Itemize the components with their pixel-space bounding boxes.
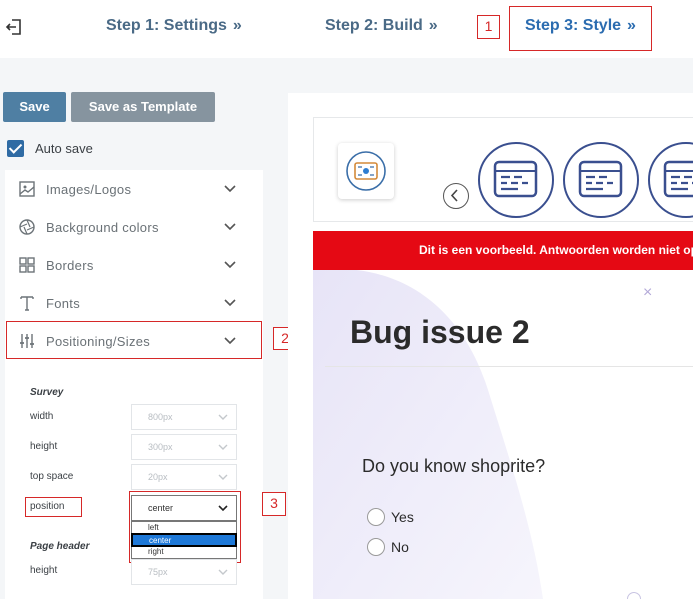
page-header-height-select[interactable]: 75px: [131, 559, 237, 585]
grid-icon: [19, 257, 35, 273]
menu-label: Fonts: [46, 295, 81, 311]
step-1-label: Step 1: Settings: [106, 17, 227, 34]
double-chevron-right-icon: »: [428, 17, 438, 34]
callout-1: 1: [477, 15, 500, 39]
close-icon[interactable]: ×: [643, 284, 652, 302]
answer-label: Yes: [391, 509, 414, 525]
tab-step-2-build[interactable]: Step 2: Build »: [325, 17, 438, 35]
height-value: 300px: [148, 442, 173, 452]
chevron-down-icon[interactable]: [223, 182, 237, 196]
width-value: 800px: [148, 412, 173, 422]
id-card-icon: [346, 151, 386, 191]
height-select[interactable]: 300px: [131, 434, 237, 460]
top-space-label: top space: [30, 471, 74, 482]
header-image-option[interactable]: [478, 142, 554, 218]
highlight-position-dropdown: [129, 491, 241, 563]
autosave-label: Auto save: [35, 141, 93, 156]
menu-item-fonts[interactable]: Fonts: [5, 284, 263, 322]
menu-item-images-logos[interactable]: Images/Logos: [5, 170, 263, 208]
height-label: height: [30, 441, 58, 452]
aperture-icon: [19, 219, 35, 235]
image-icon: [19, 181, 35, 197]
save-as-template-button[interactable]: Save as Template: [71, 92, 215, 122]
divider: [325, 366, 693, 367]
exit-icon[interactable]: [5, 18, 23, 36]
page-header-height-label: height: [30, 565, 58, 576]
decorative-circle: [627, 592, 641, 599]
id-card-icon: [493, 160, 538, 198]
survey-title: Bug issue 2: [350, 314, 530, 350]
header-image-option[interactable]: [563, 142, 639, 218]
tab-step-1-settings[interactable]: Step 1: Settings »: [106, 17, 242, 35]
id-card-icon: [578, 160, 623, 198]
menu-label: Images/Logos: [46, 181, 132, 197]
survey-section-heading: Survey: [30, 387, 64, 398]
chevron-down-icon: [218, 414, 228, 420]
chevron-down-icon: [218, 444, 228, 450]
callout-3: 3: [262, 492, 286, 516]
menu-label: Background colors: [46, 219, 159, 235]
header-image-option[interactable]: [648, 142, 693, 218]
menu-label: Borders: [46, 257, 94, 273]
menu-item-borders[interactable]: Borders: [5, 246, 263, 284]
width-label: width: [30, 411, 54, 422]
chevron-down-icon[interactable]: [223, 220, 237, 234]
radio-button[interactable]: [367, 508, 385, 526]
chevron-down-icon: [218, 569, 228, 575]
save-button[interactable]: Save: [3, 92, 66, 122]
radio-button[interactable]: [367, 538, 385, 556]
answer-option-no[interactable]: No: [367, 538, 409, 556]
top-space-value: 20px: [148, 472, 168, 482]
chevron-down-icon: [218, 474, 228, 480]
preview-notice-banner: Dit is een voorbeeld. Antwoorden worden …: [313, 231, 693, 270]
step-2-label: Step 2: Build: [325, 17, 423, 34]
highlight-step-3: [509, 6, 652, 51]
logo-tile[interactable]: [338, 143, 394, 199]
highlight-position-label: [25, 497, 82, 517]
autosave-toggle[interactable]: Auto save: [7, 140, 93, 157]
menu-item-background-colors[interactable]: Background colors: [5, 208, 263, 246]
chevron-left-icon: [450, 189, 458, 202]
autosave-checkbox[interactable]: [7, 140, 24, 157]
id-card-icon: [663, 160, 693, 198]
chevron-down-icon[interactable]: [223, 296, 237, 310]
chevron-down-icon[interactable]: [223, 258, 237, 272]
page-header-section-heading: Page header: [30, 541, 90, 552]
answer-label: No: [391, 539, 409, 555]
double-chevron-right-icon: »: [232, 17, 242, 34]
width-select[interactable]: 800px: [131, 404, 237, 430]
answer-option-yes[interactable]: Yes: [367, 508, 414, 526]
text-icon: [20, 296, 34, 311]
page-header-height-value: 75px: [148, 567, 168, 577]
question-text: Do you know shoprite?: [362, 456, 546, 476]
carousel-prev-button[interactable]: [443, 183, 469, 209]
top-space-select[interactable]: 20px: [131, 464, 237, 490]
highlight-positioning-sizes: [6, 321, 262, 359]
